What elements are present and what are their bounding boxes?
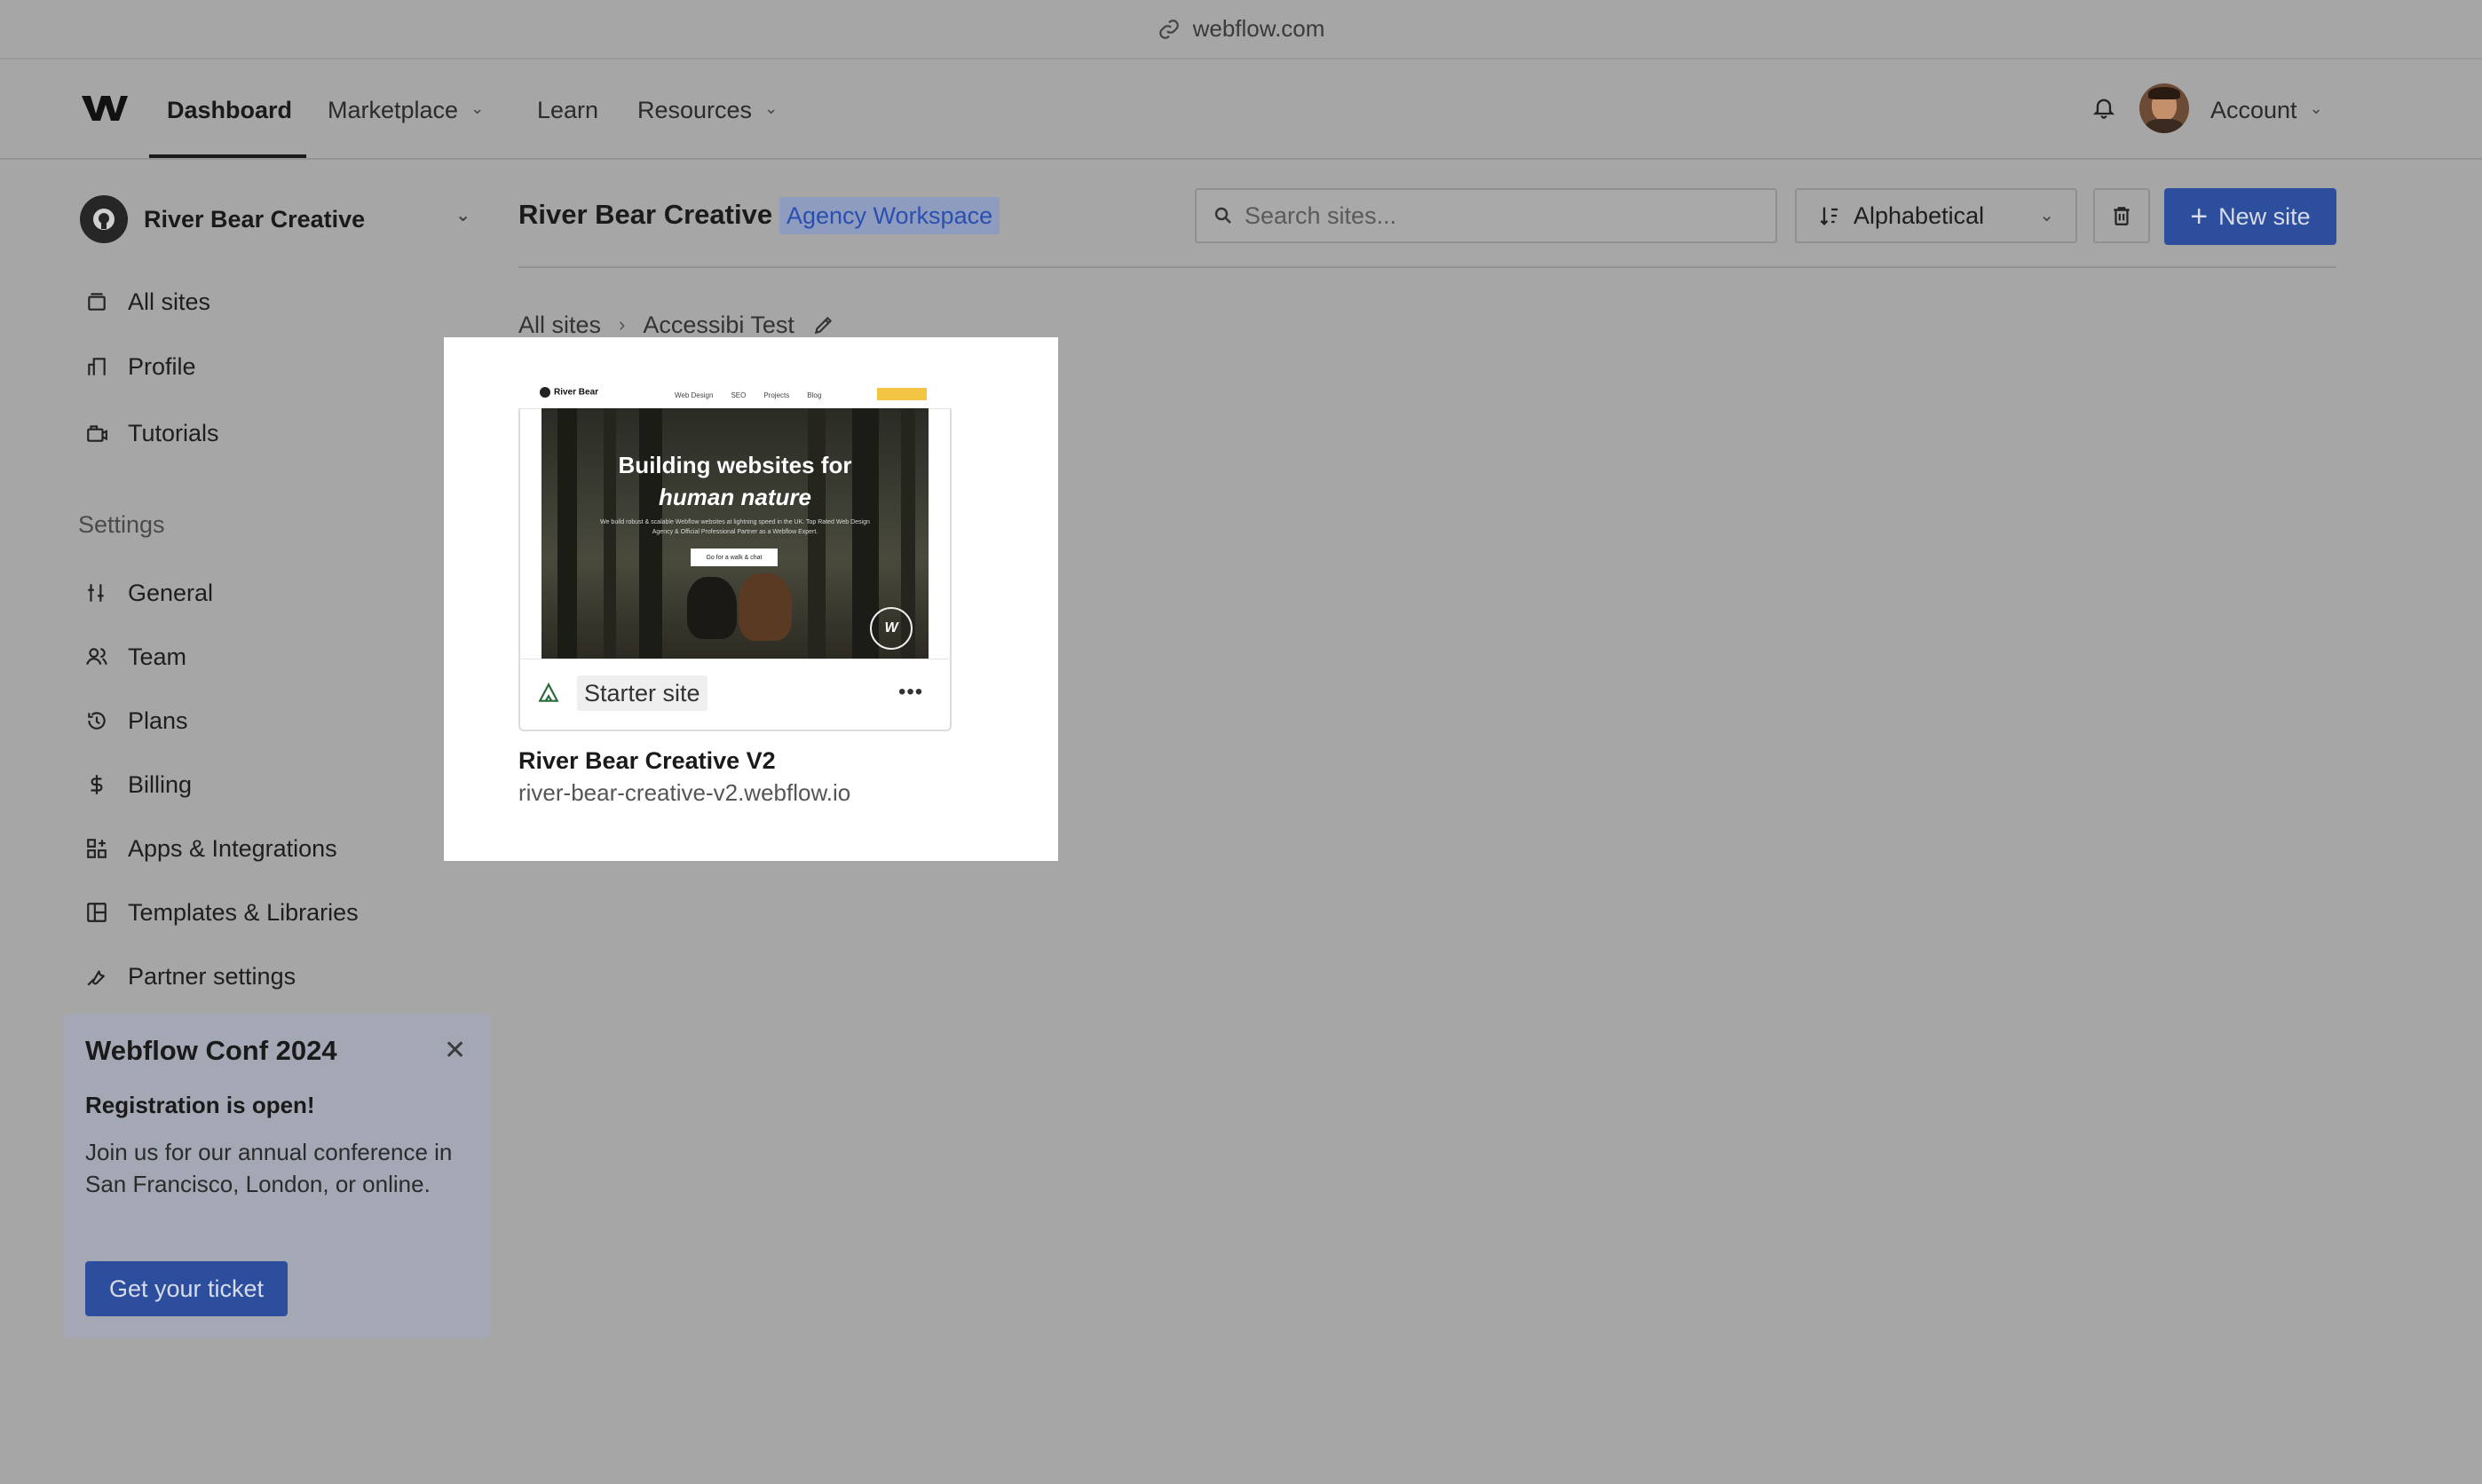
header-divider <box>518 266 2336 268</box>
chevron-down-icon: ⌄ <box>2309 99 2323 117</box>
thumbnail-nav: Web Design SEO Projects Blog <box>675 391 822 399</box>
breadcrumb-current-folder: Accessibi Test <box>643 311 794 338</box>
breadcrumb: All sites › Accessibi Test <box>518 309 835 341</box>
sidebar-item-profile[interactable]: Profile <box>85 349 196 384</box>
url-text: webflow.com <box>1192 15 1325 42</box>
sidebar-item-label: Apps & Integrations <box>128 834 337 862</box>
templates-icon <box>87 903 107 922</box>
nav-learn-label: Learn <box>537 96 599 123</box>
nav-resources-label: Resources <box>637 96 753 123</box>
pencil-icon[interactable] <box>812 313 835 336</box>
new-site-label: New site <box>2218 202 2311 230</box>
sidebar-item-label: Templates & Libraries <box>128 898 359 926</box>
chevron-down-icon: ⌄ <box>2039 206 2054 225</box>
sidebar-item-templates-libraries[interactable]: Templates & Libraries <box>85 895 359 930</box>
url-bar[interactable]: webflow.com <box>0 0 2482 59</box>
sidebar-item-plans[interactable]: Plans <box>85 703 188 738</box>
site-name[interactable]: River Bear Creative V2 <box>518 747 776 775</box>
promo-title: Webflow Conf 2024 <box>85 1035 337 1066</box>
sidebar-item-label: Billing <box>128 770 193 798</box>
promo-subtitle: Registration is open! <box>85 1092 315 1118</box>
sidebar-item-team[interactable]: Team <box>85 639 186 675</box>
promo-body: Join us for our annual conference in San… <box>85 1139 453 1197</box>
team-icon <box>86 648 107 666</box>
nav-dashboard-label: Dashboard <box>167 96 293 123</box>
sidebar-item-label: Plans <box>128 706 188 734</box>
avatar[interactable] <box>2139 83 2189 133</box>
breadcrumb-all-sites[interactable]: All sites <box>518 312 601 339</box>
sidebar-item-billing[interactable]: Billing <box>85 767 192 802</box>
workspace-name: River Bear Creative <box>144 205 366 233</box>
account-menu[interactable]: Account ⌄ <box>2210 92 2323 128</box>
sidebar-item-general[interactable]: General <box>85 575 213 611</box>
workspace-switcher[interactable]: River Bear Creative ⌄ <box>80 193 470 245</box>
search-icon <box>1214 207 1231 224</box>
bell-icon[interactable] <box>2091 94 2116 125</box>
nav-dashboard[interactable]: Dashboard <box>167 92 292 128</box>
sidebar-item-label: Tutorials <box>128 419 219 446</box>
nav-marketplace-label: Marketplace <box>328 96 459 123</box>
page-title: River Bear Creative <box>518 199 773 230</box>
apps-icon <box>87 839 107 858</box>
search-placeholder: Search sites... <box>1245 201 1397 229</box>
thumbnail-brand: River Bear <box>540 387 598 398</box>
webflow-logo-icon[interactable] <box>82 92 128 129</box>
wrench-icon <box>87 970 106 986</box>
link-icon <box>1158 19 1179 39</box>
site-url[interactable]: river-bear-creative-v2.webflow.io <box>518 779 850 807</box>
nav-active-indicator <box>149 154 306 158</box>
trash-icon <box>2114 207 2130 225</box>
chevron-down-icon: ⌄ <box>455 206 470 225</box>
sidebar-item-label: All sites <box>128 288 211 315</box>
more-options-icon[interactable]: ••• <box>898 680 923 705</box>
thumbnail-headline: Building websites for human nature <box>618 452 852 510</box>
search-input[interactable]: Search sites... <box>1195 188 1777 243</box>
nav-resources[interactable]: Resources ⌄ <box>637 92 778 128</box>
thumbnail-cta <box>877 388 927 400</box>
sliders-icon <box>88 584 104 602</box>
plus-icon: + <box>2190 200 2209 233</box>
thumbnail-blurb: We build robust & scalable Webflow websi… <box>600 519 870 535</box>
new-site-button[interactable]: + New site <box>2164 188 2336 245</box>
sort-dropdown[interactable]: Alphabetical ⌄ <box>1795 188 2077 243</box>
settings-heading: Settings <box>78 511 165 538</box>
sidebar-item-partner-settings[interactable]: Partner settings <box>85 959 296 994</box>
sidebar-item-label: General <box>128 579 214 606</box>
chevron-down-icon: ⌄ <box>470 99 485 117</box>
workspace-badge: Agency Workspace <box>779 197 1000 234</box>
sidebar-item-label: Team <box>128 643 187 670</box>
sidebar-item-label: Partner settings <box>128 962 296 990</box>
sidebar-item-all-sites[interactable]: All sites <box>85 284 210 320</box>
sidebar-item-apps-integrations[interactable]: Apps & Integrations <box>85 831 337 866</box>
trash-button[interactable] <box>2093 188 2150 243</box>
sort-icon <box>1820 207 1838 225</box>
nav-marketplace[interactable]: Marketplace ⌄ <box>328 92 484 128</box>
get-ticket-button[interactable]: Get your ticket <box>85 1261 288 1316</box>
sidebar-item-label: Profile <box>128 352 196 380</box>
close-icon[interactable]: ✕ <box>444 1035 466 1066</box>
thumbnail-button: Go for a walk & chat <box>691 549 778 566</box>
tutorials-icon <box>87 425 107 442</box>
all-sites-icon <box>88 293 106 311</box>
starter-site-tag: Starter site <box>577 675 707 711</box>
profile-icon <box>88 358 106 375</box>
chevron-right-icon: › <box>619 313 626 335</box>
nav-learn[interactable]: Learn <box>537 92 598 128</box>
plans-icon <box>88 712 106 730</box>
workspace-logo-icon <box>80 195 128 243</box>
account-label: Account <box>2210 96 2297 123</box>
starter-site-icon <box>536 682 561 709</box>
sort-value: Alphabetical <box>1854 201 1985 229</box>
sidebar-item-tutorials[interactable]: Tutorials <box>85 415 219 451</box>
dollar-icon <box>91 775 103 794</box>
chevron-down-icon: ⌄ <box>764 99 779 117</box>
webflow-badge-icon: W <box>870 607 913 650</box>
